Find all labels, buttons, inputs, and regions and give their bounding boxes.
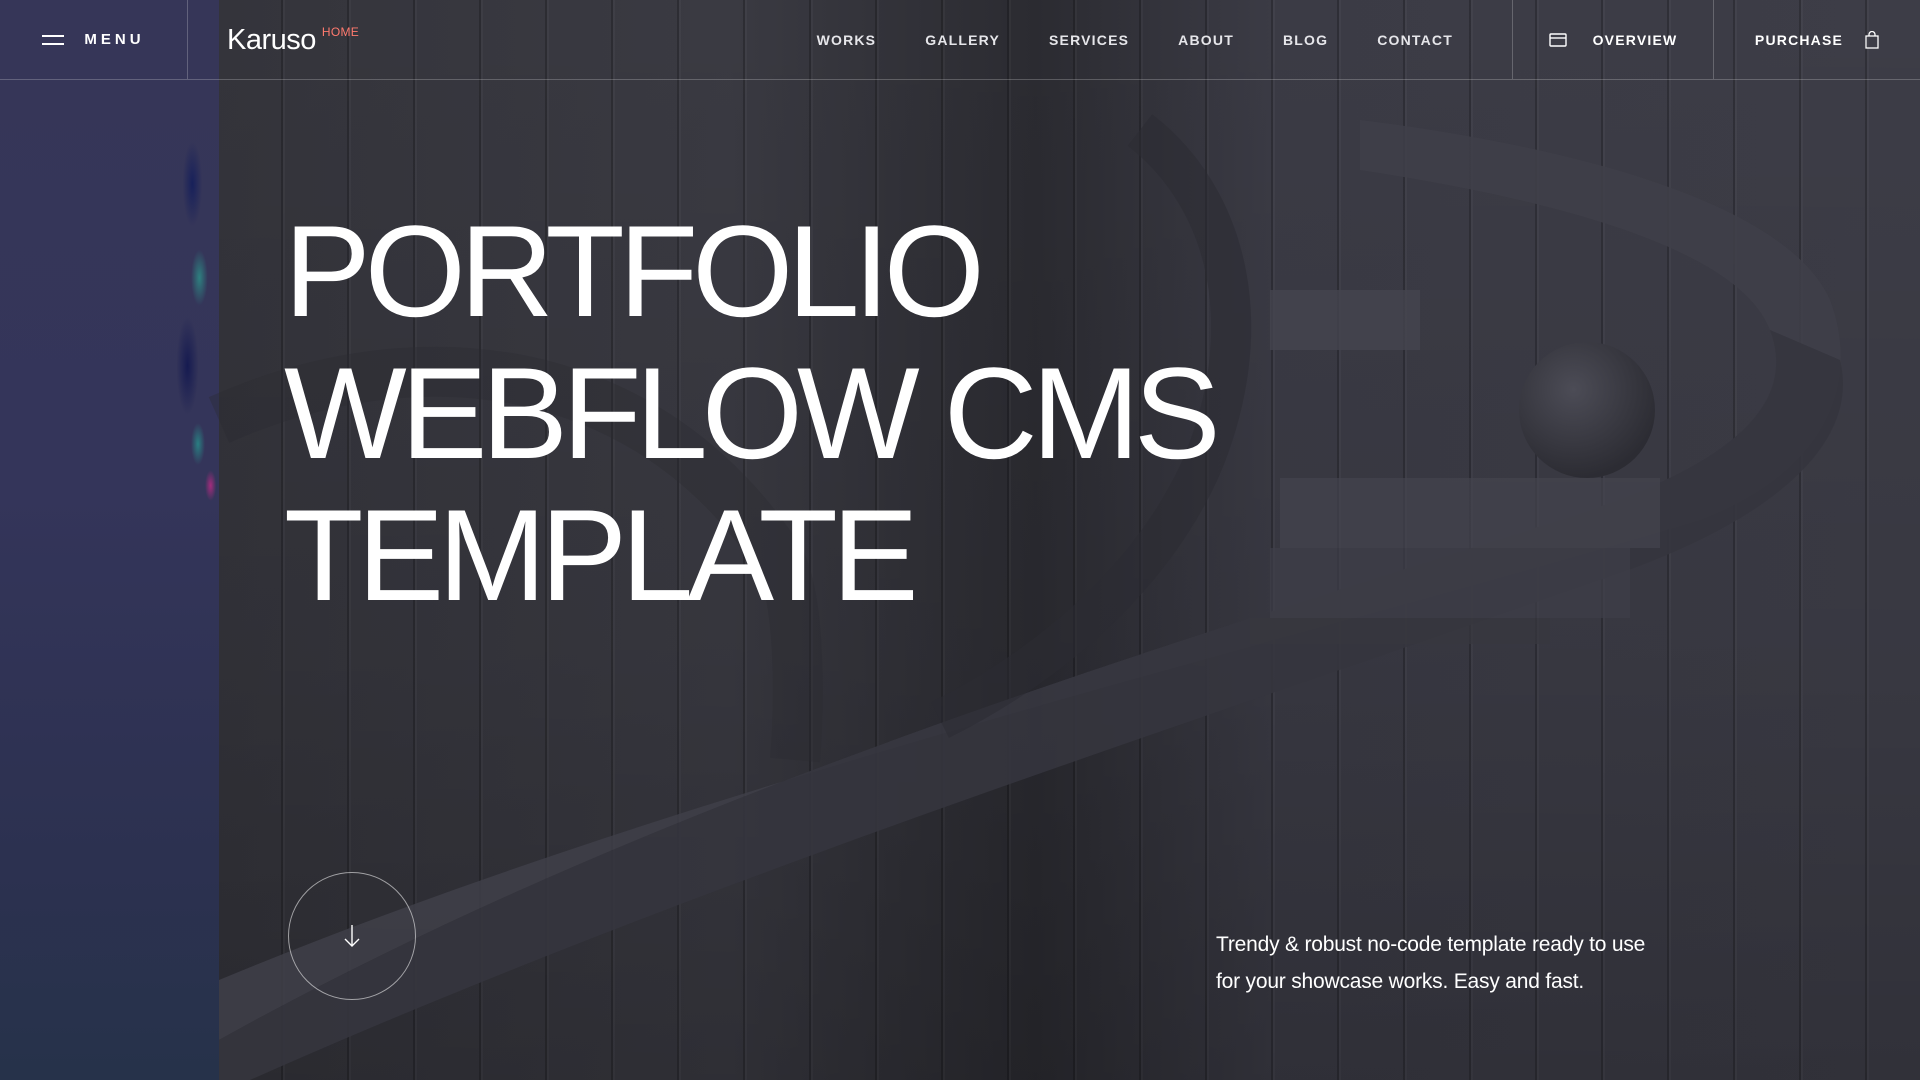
nav-link-works[interactable]: WORKS <box>817 32 877 48</box>
nav-link-contact[interactable]: CONTACT <box>1377 32 1453 48</box>
overview-label: OVERVIEW <box>1592 31 1678 48</box>
hero-description: Trendy & robust no-code template ready t… <box>1216 933 1646 993</box>
purchase-label: PURCHASE <box>1754 31 1844 48</box>
hamburger-icon <box>42 34 65 45</box>
nav-link-gallery[interactable]: GALLERY <box>925 32 1000 48</box>
top-navigation-bar: MENU Karuso HOME WORKS GALLERY SERVICES … <box>0 0 1920 80</box>
overview-button[interactable]: OVERVIEW <box>1512 0 1714 79</box>
hero-title-line: TEMPLATE <box>284 482 919 628</box>
nav-link-about[interactable]: ABOUT <box>1178 32 1234 48</box>
logo-home-label: HOME <box>321 25 360 39</box>
card-icon <box>1548 32 1567 47</box>
menu-button[interactable]: MENU <box>0 0 188 79</box>
hero-title-line: PORTFOLIO <box>284 198 985 344</box>
hero-title: PORTFOLIO WEBFLOW CMS TEMPLATE <box>284 200 1284 626</box>
logo-home-link[interactable]: Karuso HOME <box>188 0 359 79</box>
scroll-down-button[interactable] <box>288 872 416 1000</box>
shopping-bag-icon <box>1865 30 1879 49</box>
menu-label: MENU <box>84 31 145 48</box>
hero-title-line: WEBFLOW CMS <box>284 340 1221 486</box>
main-nav: WORKS GALLERY SERVICES ABOUT BLOG CONTAC… <box>817 0 1512 79</box>
nav-link-services[interactable]: SERVICES <box>1049 32 1129 48</box>
arrow-down-icon <box>344 925 360 947</box>
purchase-button[interactable]: PURCHASE <box>1714 0 1920 79</box>
logo-text: Karuso <box>227 24 316 56</box>
nav-link-blog[interactable]: BLOG <box>1283 32 1328 48</box>
